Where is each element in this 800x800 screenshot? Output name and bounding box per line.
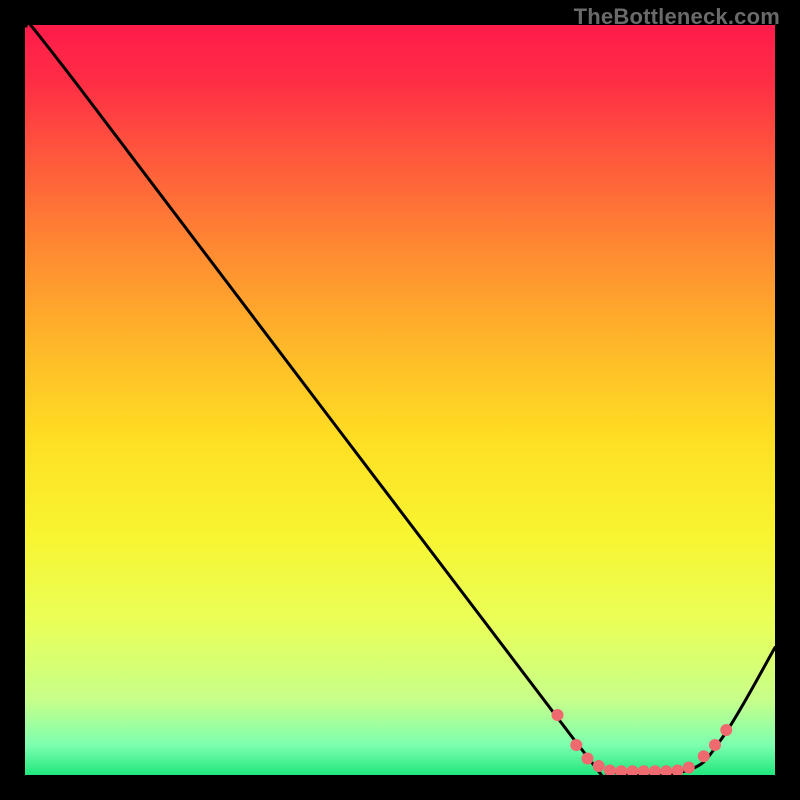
chart-frame: TheBottleneck.com — [0, 0, 800, 800]
highlight-dot — [720, 724, 732, 736]
highlight-dot — [683, 762, 695, 774]
highlight-dot — [593, 760, 605, 772]
highlight-dot — [709, 739, 721, 751]
highlight-dot — [582, 753, 594, 765]
highlight-dot — [570, 739, 582, 751]
chart-svg — [25, 25, 775, 775]
highlight-dot — [698, 750, 710, 762]
highlight-dot — [552, 709, 564, 721]
plot-area — [25, 25, 775, 775]
gradient-background — [25, 25, 775, 775]
